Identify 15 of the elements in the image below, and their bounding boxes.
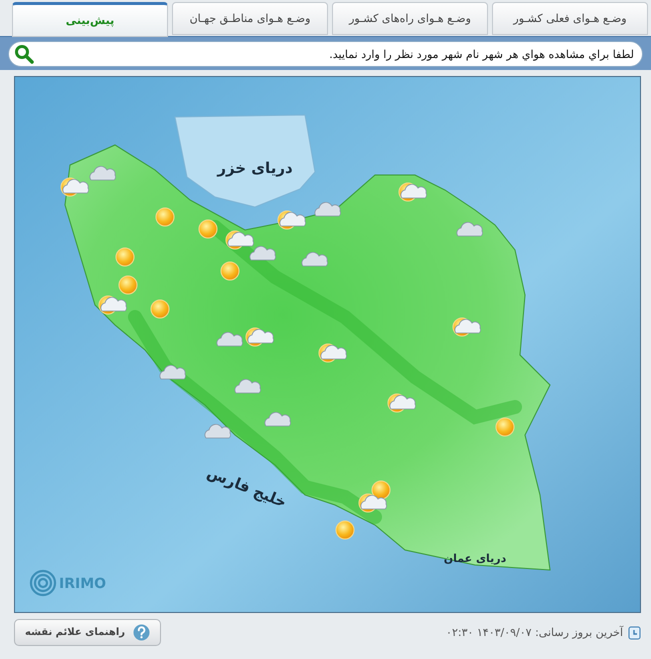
tab[interactable]: پیش‌بینی xyxy=(12,2,168,37)
sea-label: دریای خزر xyxy=(217,159,293,177)
map-legend-button[interactable]: راهنمای علائم نقشه xyxy=(14,619,161,646)
tab[interactable]: وضـع هـوای مناطـق جهـان xyxy=(172,2,328,35)
logo-text: IRIMO xyxy=(59,576,106,592)
sea-label: دریای عمان xyxy=(444,552,506,565)
help-icon xyxy=(133,624,150,641)
search-button[interactable] xyxy=(13,43,35,65)
search-icon xyxy=(14,44,34,64)
tab[interactable]: وضـع هـوای فعلی کشـور xyxy=(492,2,648,35)
logo-icon xyxy=(30,570,56,596)
sea-label: خلیج فارس xyxy=(204,463,290,512)
tab[interactable]: وضـع هـوای راه‌های کشـور xyxy=(332,2,488,35)
last-update-text: آخرین بروز رسانی: ۱۴۰۳/۰۹/۰۷ ۰۲:۳۰ xyxy=(446,626,623,639)
search-field[interactable]: لطفا براي مشاهده هواي هر شهر نام شهر مورد نظر را وارد نماييد. xyxy=(8,41,643,67)
